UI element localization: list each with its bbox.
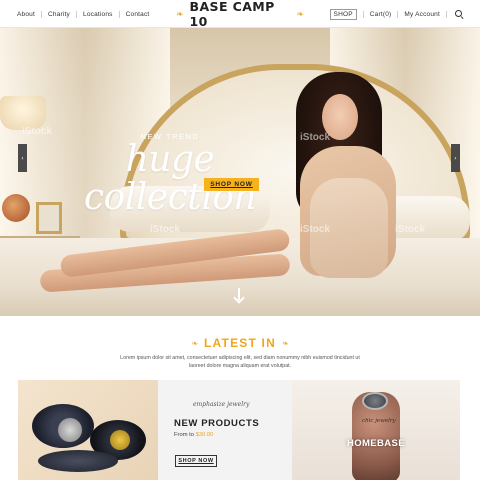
search-icon[interactable] xyxy=(455,9,464,19)
flowers-image xyxy=(2,194,30,222)
utility-nav: SHOP Cart(0) My Account xyxy=(329,0,464,28)
logo-left-wing-icon: ❧ xyxy=(176,8,184,19)
slider-next-button[interactable]: › xyxy=(451,144,460,172)
nav-divider xyxy=(76,10,77,18)
watermark-text: iStock xyxy=(300,132,331,143)
site-logo[interactable]: ❧ BASE CAMP 10 ❧ xyxy=(176,0,304,29)
heading-left-ornament-icon: ❧ xyxy=(191,338,199,348)
nav-contact-link[interactable]: Contact xyxy=(126,11,150,18)
watermark-text: iStock xyxy=(300,224,331,235)
price-from-label: From to xyxy=(174,432,194,438)
charm-image xyxy=(110,430,130,450)
nav-divider xyxy=(118,10,120,18)
homebase-title: HOMEBASE xyxy=(346,438,406,449)
watermark-text: iStock xyxy=(22,126,53,137)
homebase-script-caption: chic jewelry xyxy=(362,418,396,424)
nav-divider xyxy=(446,10,447,18)
bracelet-image xyxy=(38,450,118,472)
latest-in-description: Lorem ipsum dolor sit amet, consectetuer… xyxy=(120,355,360,369)
cart-link[interactable]: Cart(0) xyxy=(370,11,392,18)
product-price-line: From to $30.00 xyxy=(174,432,213,438)
product-promo-band: emphasize jewelry NEW PRODUCTS From to $… xyxy=(18,380,460,480)
nav-about-link[interactable]: About xyxy=(17,11,35,18)
logo-text: BASE CAMP 10 xyxy=(189,0,275,29)
bracelets-product-image[interactable] xyxy=(18,380,158,480)
latest-in-title: LATEST IN xyxy=(204,336,276,350)
my-account-link[interactable]: My Account xyxy=(404,11,440,18)
charm-image xyxy=(58,418,82,442)
wall-lamp-image xyxy=(0,96,46,130)
nav-divider xyxy=(397,10,399,18)
nav-divider xyxy=(362,10,364,18)
new-products-title: NEW PRODUCTS xyxy=(174,418,260,429)
products-shop-now-button[interactable]: SHOP NOW xyxy=(175,455,217,467)
watermark-text: iStock xyxy=(395,224,426,235)
heading-right-ornament-icon: ❧ xyxy=(281,338,289,348)
primary-nav: About Charity Locations Contact xyxy=(17,0,149,28)
hero-shop-now-button[interactable]: SHOP NOW xyxy=(204,178,259,191)
nav-divider xyxy=(41,10,42,18)
hero-caption: NEW TREND huge collection xyxy=(60,132,280,217)
watermark-text: iStock xyxy=(150,224,181,235)
ring-stone-image xyxy=(362,392,388,410)
slider-prev-button[interactable]: ‹ xyxy=(18,144,27,172)
product-script-caption: emphasize jewelry xyxy=(193,401,250,408)
chevron-right-icon: › xyxy=(454,154,457,162)
logo-right-wing-icon: ❧ xyxy=(296,8,304,19)
nav-shop-link[interactable]: SHOP xyxy=(329,8,357,20)
arrow-down-icon[interactable] xyxy=(233,288,245,304)
homebase-card[interactable]: chic jewelry HOMEBASE xyxy=(292,380,460,480)
latest-in-heading: ❧ LATEST IN ❧ xyxy=(0,336,480,350)
top-navigation-bar: About Charity Locations Contact ❧ BASE C… xyxy=(0,0,480,29)
photo-frame-image xyxy=(36,202,62,234)
new-products-card: emphasize jewelry NEW PRODUCTS From to $… xyxy=(158,380,292,480)
nav-charity-link[interactable]: Charity xyxy=(48,11,70,18)
chevron-left-icon: ‹ xyxy=(21,154,24,162)
nav-locations-link[interactable]: Locations xyxy=(83,11,113,18)
price-value: $30.00 xyxy=(195,432,214,438)
hero-slider: iStock iStock iStock iStock iStock ‹ › N… xyxy=(0,28,480,316)
